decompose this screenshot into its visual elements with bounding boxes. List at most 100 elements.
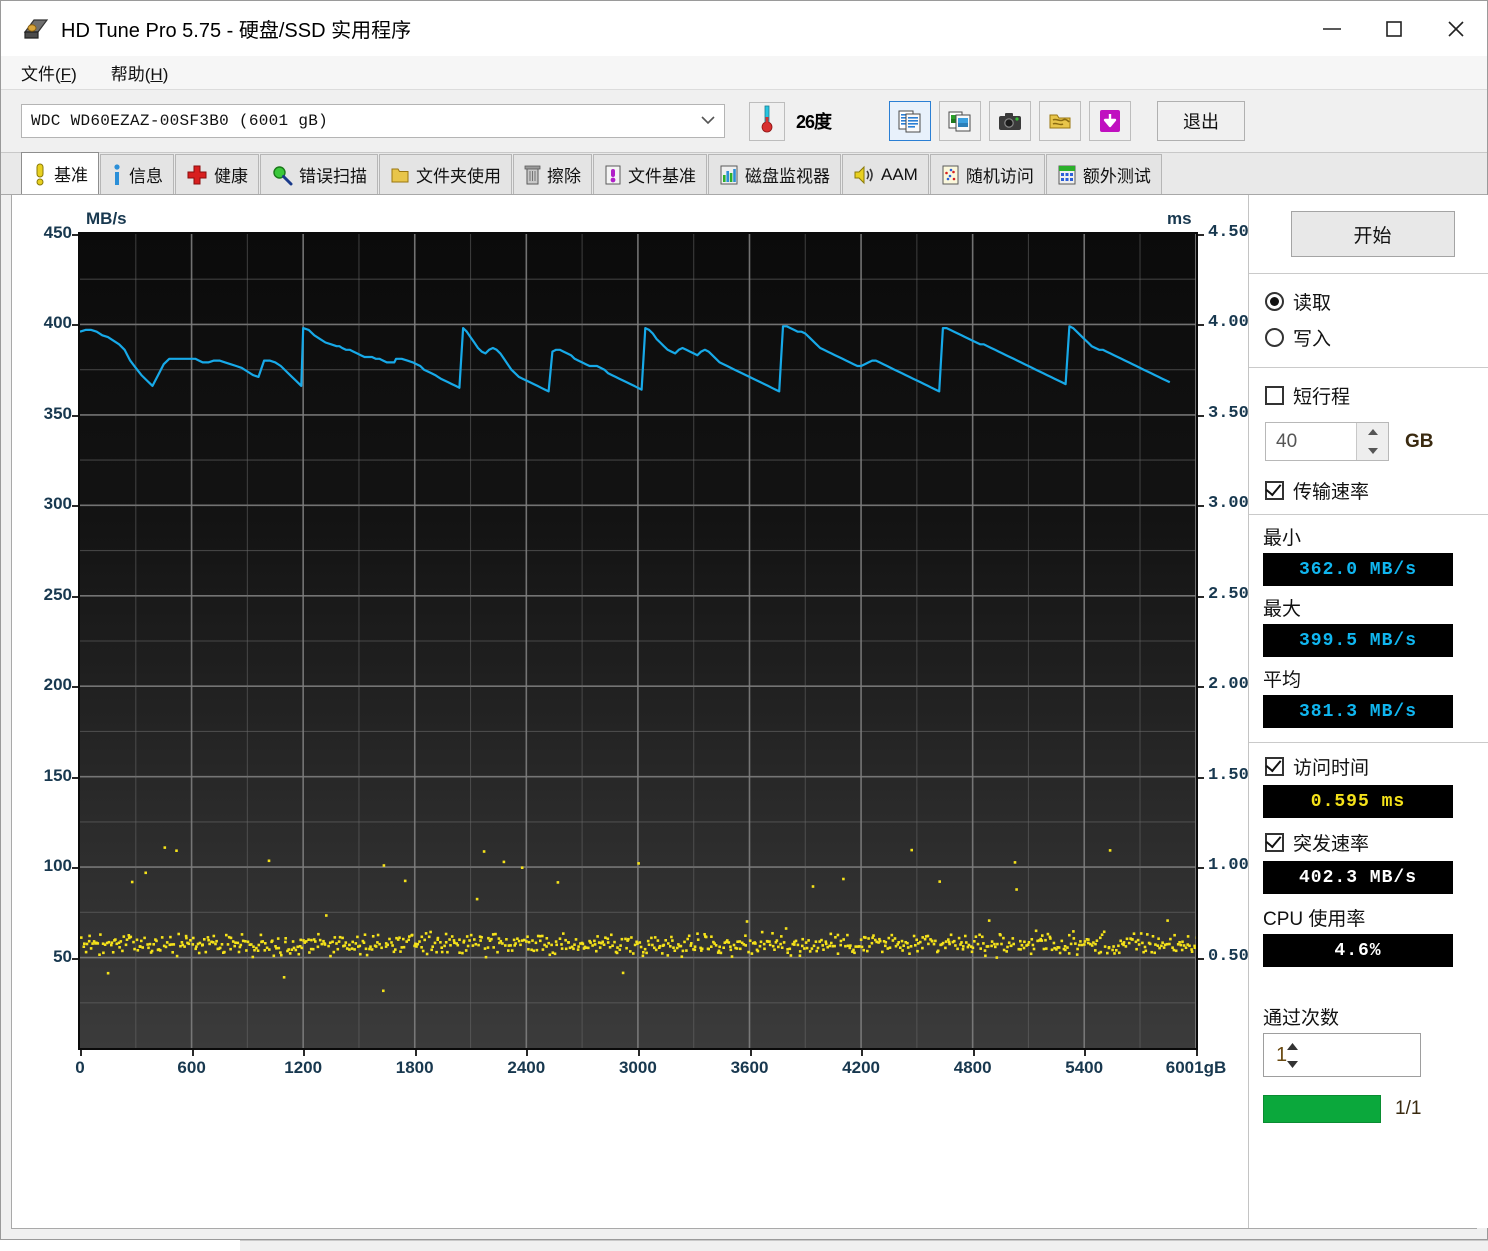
exit-button[interactable]: 退出 bbox=[1157, 101, 1246, 141]
tab-info[interactable]: 信息 bbox=[100, 154, 174, 194]
radio-write-label: 写入 bbox=[1293, 329, 1332, 350]
tab-disk-monitor-label: 磁盘监视器 bbox=[745, 167, 830, 186]
x-axis-tick-mark bbox=[972, 1050, 975, 1056]
x-axis-tick-mark bbox=[1196, 1050, 1198, 1056]
checkbox-burst-rate[interactable]: 突发速率 bbox=[1249, 829, 1488, 856]
passes-up-arrow[interactable] bbox=[1287, 1037, 1299, 1055]
minimize-button[interactable] bbox=[1301, 1, 1363, 56]
menu-file-accel: F bbox=[60, 65, 72, 84]
tab-error-scan[interactable]: 错误扫描 bbox=[260, 154, 378, 194]
radio-read-label: 读取 bbox=[1293, 293, 1332, 314]
menu-help[interactable]: 帮助(H) bbox=[97, 60, 183, 85]
y-axis-tick-mark-left bbox=[72, 686, 78, 689]
min-value: 362.0 MB/s bbox=[1298, 559, 1418, 580]
min-label: 最小 bbox=[1263, 528, 1302, 549]
progress-row: 1/1 bbox=[1263, 1095, 1488, 1123]
y-axis-tick-left: 250 bbox=[43, 584, 72, 604]
thermometer-icon bbox=[760, 104, 774, 139]
passes-down-arrow[interactable] bbox=[1287, 1055, 1299, 1073]
cpu-value: 4.6% bbox=[1334, 940, 1382, 961]
checkbox-transfer-rate[interactable]: 传输速率 bbox=[1249, 477, 1488, 504]
max-label: 最大 bbox=[1263, 599, 1302, 620]
tab-extra-tests[interactable]: 额外测试 bbox=[1045, 154, 1162, 194]
control-panel: 开始 读取 写入 短行程 40 GB 传输速率 最小 362.0 MB/s 最大… bbox=[1248, 195, 1488, 1228]
passes-arrows[interactable] bbox=[1287, 1037, 1299, 1073]
cpu-value-box: 4.6% bbox=[1263, 934, 1453, 967]
start-button[interactable]: 开始 bbox=[1290, 211, 1455, 257]
y-axis-tick-left: 350 bbox=[43, 403, 72, 423]
window-controls bbox=[1301, 1, 1487, 56]
y-axis-tick-left: 150 bbox=[43, 765, 72, 785]
y-axis-tick-mark-right bbox=[1198, 234, 1204, 236]
y-axis-tick-mark-left bbox=[72, 595, 78, 598]
tab-folder-usage-label: 文件夹使用 bbox=[416, 167, 501, 186]
y-axis-tick-left: 100 bbox=[43, 856, 72, 876]
avg-label: 平均 bbox=[1263, 670, 1302, 691]
short-stroke-arrows[interactable] bbox=[1356, 423, 1388, 460]
tab-erase[interactable]: 擦除 bbox=[513, 154, 592, 194]
radio-read[interactable]: 读取 bbox=[1249, 288, 1488, 315]
x-axis-tick: 0 bbox=[75, 1058, 85, 1077]
drive-select-value: WDC WD60EZAZ-00SF3B0 (6001 gB) bbox=[31, 112, 329, 130]
drive-select[interactable]: WDC WD60EZAZ-00SF3B0 (6001 gB) bbox=[21, 104, 725, 138]
short-stroke-stepper[interactable]: 40 bbox=[1265, 422, 1389, 461]
x-axis-tick-mark bbox=[80, 1050, 82, 1056]
y-axis-tick-left: 400 bbox=[43, 313, 72, 333]
screenshot-camera-icon[interactable] bbox=[989, 101, 1032, 141]
x-axis-tick: 2400 bbox=[507, 1058, 546, 1077]
benchmark-graph: MB/s ms 450 400 350 300 250 200 150 100 50 4.50 4.… bbox=[12, 195, 1249, 1228]
y-axis-tick-left: 300 bbox=[43, 494, 72, 514]
menu-file[interactable]: 文件(F) bbox=[7, 60, 91, 85]
divider-2 bbox=[1249, 367, 1488, 368]
tab-random-access-label: 随机访问 bbox=[965, 167, 1034, 186]
tab-aam[interactable]: AAM bbox=[842, 154, 929, 194]
copy-report-icon[interactable] bbox=[889, 101, 932, 141]
menu-bar: 文件(F) 帮助(H) bbox=[1, 56, 1487, 90]
checkbox-transfer-rate-label: 传输速率 bbox=[1293, 482, 1370, 503]
tab-health-label: 健康 bbox=[214, 167, 248, 186]
app-window: HD Tune Pro 5.75 - 硬盘/SSD 实用程序 文件(F) 帮助(… bbox=[0, 0, 1488, 1240]
radio-write[interactable]: 写入 bbox=[1249, 324, 1488, 351]
chevron-down-icon bbox=[701, 112, 715, 130]
checkbox-burst-rate-indicator bbox=[1265, 833, 1284, 852]
tab-benchmark[interactable]: 基准 bbox=[21, 152, 99, 194]
y-axis-tick-mark-right bbox=[1198, 324, 1204, 327]
benchmark-panel: MB/s ms 450 400 350 300 250 200 150 100 50 4.50 4.… bbox=[11, 195, 1488, 1229]
progress-bar bbox=[1263, 1095, 1381, 1123]
y-axis-tick-mark-left bbox=[72, 505, 78, 508]
title-bar: HD Tune Pro 5.75 - 硬盘/SSD 实用程序 bbox=[1, 1, 1487, 56]
tab-folder-usage[interactable]: 文件夹使用 bbox=[379, 154, 512, 194]
short-stroke-down-arrow[interactable] bbox=[1357, 441, 1388, 460]
checkbox-burst-rate-label: 突发速率 bbox=[1293, 834, 1370, 855]
passes-stepper[interactable]: 1 bbox=[1263, 1033, 1421, 1077]
y-axis-tick-left: 50 bbox=[53, 946, 72, 966]
plot-area bbox=[78, 232, 1198, 1050]
checkbox-access-time-label: 访问时间 bbox=[1293, 758, 1370, 779]
y-axis-tick-left: 200 bbox=[43, 675, 72, 695]
x-axis-tick-mark bbox=[749, 1050, 752, 1056]
checkbox-access-time[interactable]: 访问时间 bbox=[1249, 753, 1488, 780]
tab-file-benchmark[interactable]: 文件基准 bbox=[593, 154, 707, 194]
start-button-label: 开始 bbox=[1353, 225, 1392, 247]
tab-strip: 基准 信息 健康 错误扫描 文件夹使用 擦除 文件基准 磁盘监视器 AAM 随机… bbox=[1, 152, 1487, 195]
max-value-box: 399.5 MB/s bbox=[1263, 624, 1453, 657]
y-axis-tick-left: 450 bbox=[43, 223, 72, 242]
tab-health[interactable]: 健康 bbox=[175, 154, 259, 194]
burst-rate-value: 402.3 MB/s bbox=[1298, 867, 1418, 888]
tab-random-access[interactable]: 随机访问 bbox=[929, 154, 1045, 194]
checkbox-short-stroke-indicator bbox=[1265, 386, 1284, 405]
toolbar: WDC WD60EZAZ-00SF3B0 (6001 gB) 26度 退出 bbox=[1, 90, 1487, 153]
close-button[interactable] bbox=[1425, 1, 1487, 56]
checkbox-short-stroke[interactable]: 短行程 bbox=[1249, 382, 1488, 409]
download-arrow-icon[interactable] bbox=[1089, 101, 1132, 141]
desktop-strip bbox=[0, 1240, 1488, 1251]
short-stroke-up-arrow[interactable] bbox=[1357, 423, 1388, 442]
folder-gold-icon[interactable] bbox=[1039, 101, 1082, 141]
menu-help-post: ) bbox=[162, 65, 169, 84]
x-axis-tick-mark bbox=[861, 1050, 864, 1056]
maximize-button[interactable] bbox=[1363, 1, 1425, 56]
y-axis-tick-mark-right bbox=[1198, 957, 1204, 960]
tab-disk-monitor[interactable]: 磁盘监视器 bbox=[708, 154, 841, 194]
tab-info-label: 信息 bbox=[129, 167, 163, 186]
copy-image-icon[interactable] bbox=[939, 101, 982, 141]
